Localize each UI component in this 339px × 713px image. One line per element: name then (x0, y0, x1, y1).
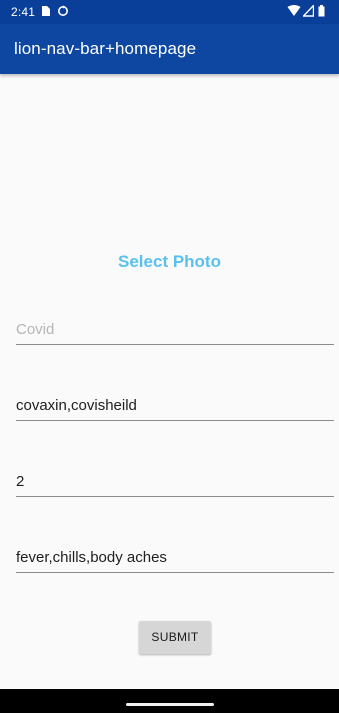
system-navigation-bar (0, 689, 339, 713)
app-bar: lion-nav-bar+homepage (0, 24, 339, 74)
main-content: Select Photo Covid covaxin,covisheild 2 … (0, 74, 339, 689)
symptoms-field-value: fever,chills,body aches (16, 549, 167, 566)
home-gesture-handle[interactable] (126, 703, 214, 706)
sync-icon (57, 5, 69, 20)
symptoms-field[interactable]: fever,chills,body aches (16, 544, 334, 573)
sim-card-icon (41, 5, 51, 20)
wifi-icon (287, 5, 301, 20)
disease-field[interactable]: Covid (16, 316, 334, 345)
doses-field[interactable]: 2 (16, 468, 334, 497)
select-photo-button[interactable]: Select Photo (0, 252, 339, 272)
status-time: 2:41 (11, 5, 36, 19)
submit-button[interactable]: SUBMIT (139, 621, 211, 654)
vaccine-field-value: covaxin,covisheild (16, 397, 137, 414)
signal-icon (301, 3, 315, 20)
app-title: lion-nav-bar+homepage (14, 39, 197, 58)
disease-field-placeholder: Covid (16, 321, 55, 338)
doses-field-value: 2 (16, 473, 25, 490)
status-bar: 2:41 (0, 0, 339, 24)
battery-icon (318, 5, 325, 20)
vaccine-field[interactable]: covaxin,covisheild (16, 392, 334, 421)
